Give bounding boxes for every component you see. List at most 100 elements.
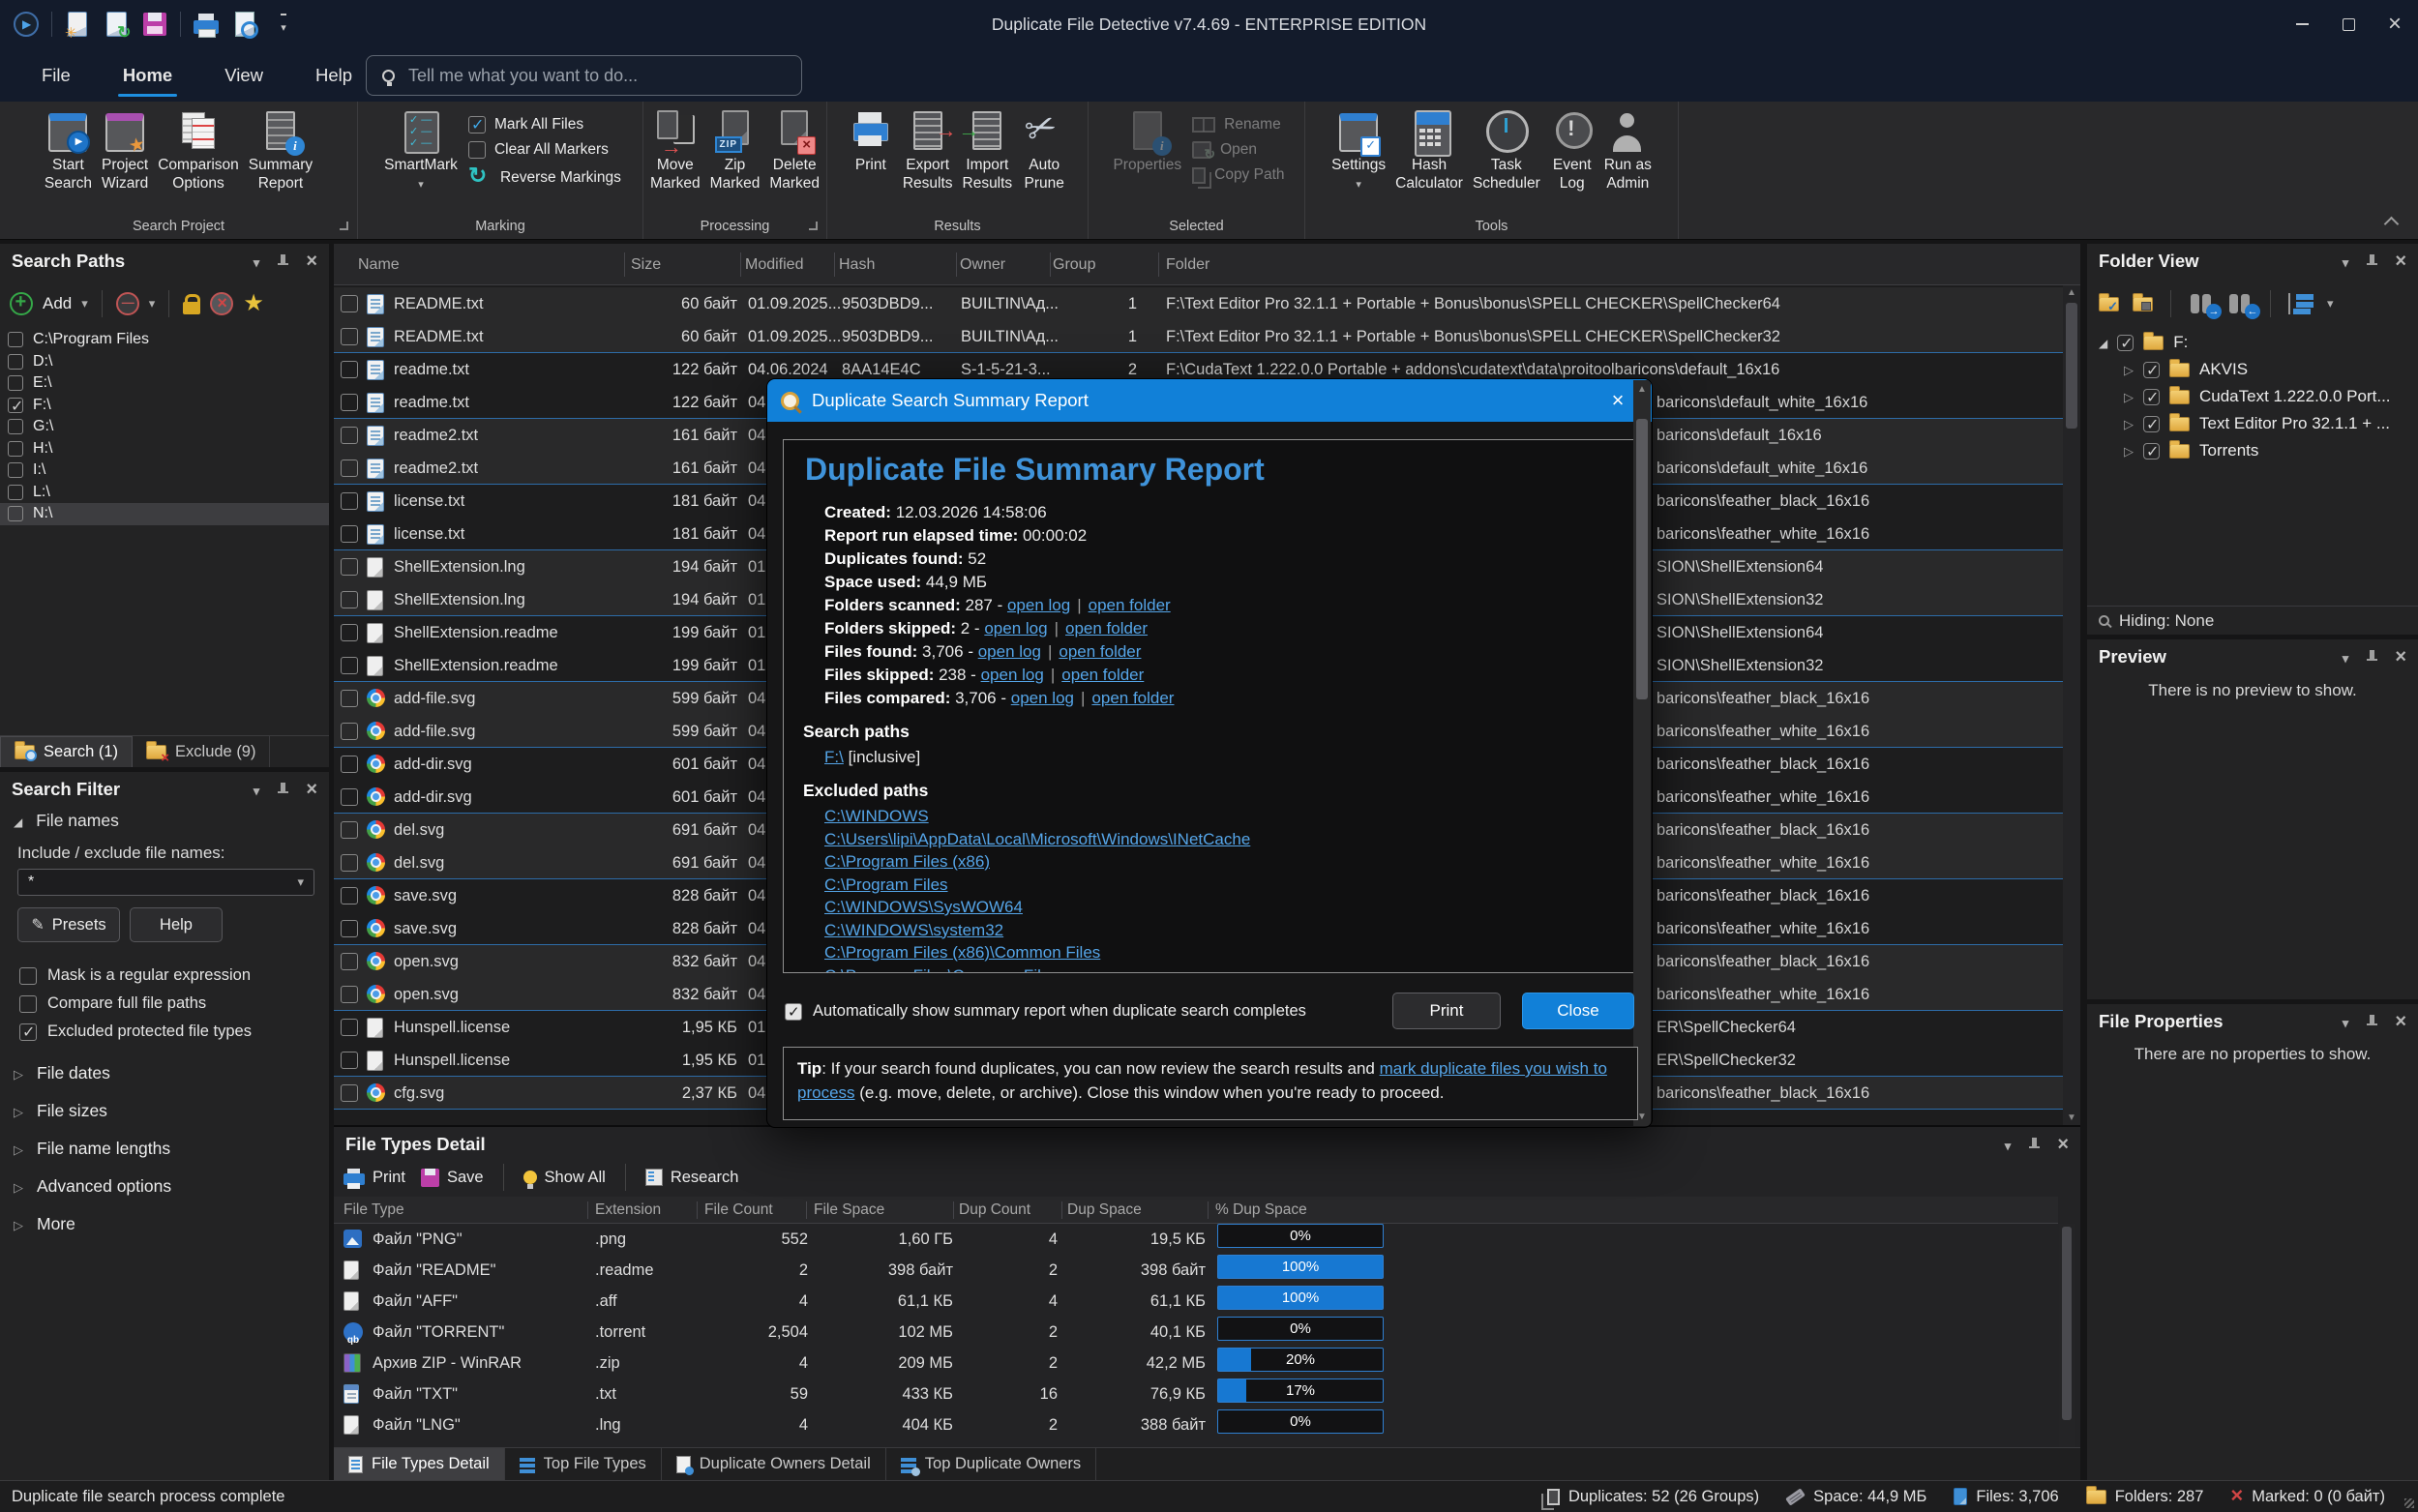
maximize-button[interactable] [2325, 0, 2372, 48]
row-checkbox[interactable] [341, 624, 358, 641]
file-type-row[interactable]: Файл "README".readme2398 байт2398 байт10… [334, 1255, 2058, 1286]
open-log-link[interactable]: open log [981, 666, 1044, 684]
excluded-path-link[interactable]: C:\WINDOWS\SysWOW64 [824, 896, 1023, 919]
tree-options-icon[interactable] [2288, 293, 2314, 314]
excluded-path-link[interactable]: C:\Program Files\Common Files [824, 964, 1059, 974]
chevron-down-icon[interactable] [2005, 1134, 2012, 1155]
expander-closed-icon[interactable] [2124, 414, 2134, 433]
tree-item[interactable]: Torrents [2087, 437, 2418, 464]
save-project-button[interactable] [138, 8, 171, 41]
checkbox[interactable] [19, 1023, 37, 1041]
ribbon-event-log-button[interactable]: EventLog [1545, 108, 1599, 194]
find-next-icon[interactable] [2189, 294, 2214, 313]
file-type-row[interactable]: Файл "LNG".lng4404 КБ2388 байт0% [334, 1409, 2058, 1440]
splitter[interactable] [2080, 244, 2087, 1480]
toolbar-save-button[interactable]: Save [421, 1169, 484, 1187]
row-checkbox[interactable] [341, 756, 358, 773]
chevron-down-icon[interactable] [2343, 251, 2349, 272]
column-header-size[interactable]: Size [631, 244, 661, 285]
ribbon-delete-marked-button[interactable]: DeleteMarked [764, 108, 824, 194]
filter-checkbox-row[interactable]: Excluded protected file types [19, 1018, 310, 1046]
open-folder-link[interactable]: open folder [1065, 619, 1148, 637]
row-checkbox[interactable] [341, 788, 358, 806]
pin-icon[interactable] [2028, 1138, 2040, 1152]
section-file-name-lengths[interactable]: File name lengths [14, 1130, 304, 1168]
section-file-names[interactable]: File names [14, 811, 119, 831]
close-icon[interactable] [2395, 251, 2406, 272]
tree-item[interactable]: CudaText 1.222.0.0 Port... [2087, 383, 2418, 410]
row-checkbox[interactable] [341, 920, 358, 937]
ribbon-reverse-markings-button[interactable]: Reverse Markings [468, 166, 621, 190]
open-log-link[interactable]: open log [984, 619, 1047, 637]
pin-icon[interactable] [2366, 650, 2377, 665]
row-checkbox[interactable] [341, 1052, 358, 1069]
tree-checkbox[interactable] [2143, 389, 2160, 405]
minimize-button[interactable] [2279, 0, 2325, 48]
file-type-row[interactable]: Файл "TXT".txt59433 КБ1676,9 КБ17% [334, 1379, 2058, 1409]
expander-open-icon[interactable] [2099, 333, 2107, 352]
open-log-link[interactable]: open log [1007, 596, 1070, 614]
tab-home[interactable]: Home [97, 48, 198, 102]
tree-checkbox[interactable] [2143, 362, 2160, 378]
tab-file-types-detail[interactable]: File Types Detail [334, 1448, 505, 1480]
close-icon[interactable] [2395, 1011, 2406, 1032]
path-checkbox[interactable] [8, 375, 23, 391]
column-header-filetype[interactable]: File Type [343, 1197, 404, 1224]
search-path-link[interactable]: F:\ [824, 748, 844, 766]
search-path-item[interactable]: E:\ [0, 372, 329, 395]
block-icon[interactable] [210, 292, 233, 315]
excluded-path-link[interactable]: C:\Program Files (x86) [824, 850, 990, 874]
scrollbar-thumb[interactable] [2066, 303, 2077, 429]
row-checkbox[interactable] [341, 361, 358, 378]
ribbon-project-wizard-button[interactable]: ProjectWizard [97, 108, 153, 194]
close-icon[interactable] [306, 251, 317, 272]
file-type-row[interactable]: Файл "AFF".aff461,1 КБ461,1 КБ100% [334, 1286, 2058, 1317]
print-preview-button[interactable] [228, 8, 261, 41]
column-header-dupspace[interactable]: % Dup Space [1215, 1197, 1307, 1224]
dialog-launcher-icon[interactable] [340, 222, 348, 230]
file-type-row[interactable]: Файл "TORRENT".torrent2,504102 МБ240,1 К… [334, 1317, 2058, 1348]
ribbon-zip-marked-button[interactable]: ZipMarked [705, 108, 765, 194]
remove-dropdown-icon[interactable] [149, 295, 156, 312]
row-checkbox[interactable] [341, 1084, 358, 1102]
customize-toolbar-button[interactable] [267, 8, 300, 41]
row-checkbox[interactable] [341, 394, 358, 411]
tab-file[interactable]: File [15, 48, 97, 102]
add-dropdown-icon[interactable] [81, 295, 88, 312]
checkbox[interactable] [19, 967, 37, 985]
ribbon-import-results-button[interactable]: ImportResults [958, 108, 1018, 194]
open-log-link[interactable]: open log [978, 642, 1041, 661]
checkbox[interactable] [19, 995, 37, 1013]
scrollbar-thumb[interactable] [2062, 1227, 2072, 1420]
path-checkbox[interactable] [8, 462, 23, 478]
file-type-row[interactable]: Файл "PNG".png5521,60 ГБ419,5 КБ0% [334, 1224, 2058, 1255]
file-mask-combobox[interactable]: * [17, 869, 314, 896]
expander-closed-icon[interactable] [2124, 441, 2134, 460]
path-checkbox[interactable] [8, 398, 23, 413]
uncheck-folder-icon[interactable] [2133, 297, 2153, 311]
row-checkbox[interactable] [341, 591, 358, 608]
tab-top-duplicate-owners[interactable]: Top Duplicate Owners [886, 1448, 1096, 1480]
row-checkbox[interactable] [341, 492, 358, 510]
ribbon-move-marked-button[interactable]: MoveMarked [645, 108, 705, 194]
ribbon-auto-prune-button[interactable]: AutoPrune [1017, 108, 1071, 194]
row-checkbox[interactable] [341, 558, 358, 576]
pin-icon[interactable] [2366, 1015, 2377, 1029]
vertical-scrollbar[interactable]: ▲ ▼ [2063, 285, 2080, 1125]
ribbon-properties-button[interactable]: Properties [1108, 108, 1186, 176]
start-search-button[interactable] [10, 8, 43, 41]
print-button[interactable]: Print [1392, 993, 1501, 1029]
open-project-button[interactable] [100, 8, 133, 41]
row-checkbox[interactable] [341, 821, 358, 839]
table-row[interactable]: README.txt60 байт01.09.2025...9503DBD9..… [334, 320, 2063, 353]
clear-all-markers-checkbox[interactable] [468, 141, 486, 159]
row-checkbox[interactable] [341, 460, 358, 477]
check-folder-icon[interactable] [2099, 297, 2119, 311]
dialog-close-button[interactable]: × [1597, 388, 1638, 413]
tab-view[interactable]: View [198, 48, 289, 102]
new-project-button[interactable] [61, 8, 94, 41]
search-path-item[interactable]: G:\ [0, 416, 329, 438]
ribbon-hash-calculator-button[interactable]: HashCalculator [1390, 108, 1468, 194]
path-checkbox[interactable] [8, 506, 23, 521]
row-checkbox[interactable] [341, 887, 358, 904]
